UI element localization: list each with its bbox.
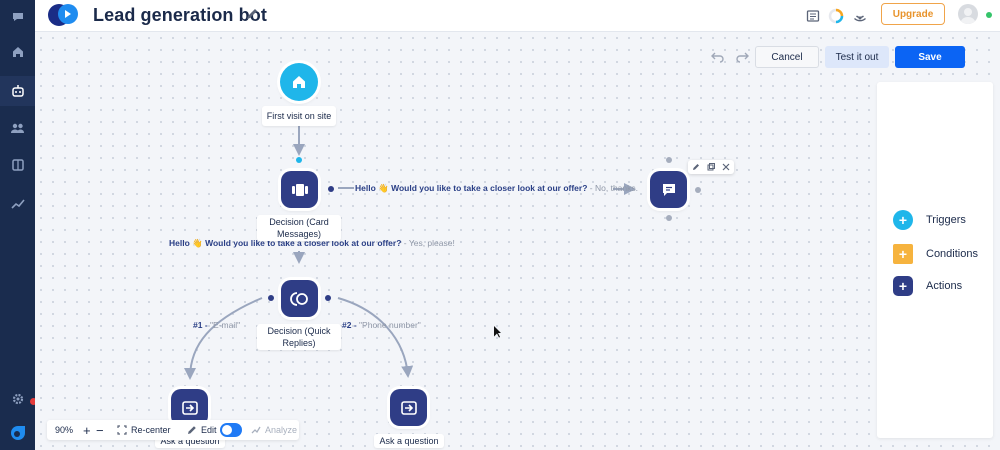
zoom-toolbar: 90% + − Re-center Edit Analyze (47, 420, 299, 440)
message-node[interactable] (650, 171, 687, 208)
node-label-first-visit: First visit on site (262, 106, 336, 126)
node-label-ask-question-2: Ask a question (374, 434, 444, 448)
analyze-mode-button[interactable]: Analyze (251, 420, 297, 440)
redo-icon[interactable] (735, 49, 749, 68)
palette-item-conditions[interactable]: + Conditions (893, 244, 978, 264)
node-label-decision-card: Decision (Card Messages) (257, 215, 341, 241)
trigger-node-first-visit[interactable] (280, 63, 318, 101)
cards-icon (291, 183, 308, 196)
edge-label-option-1: #1 - "E-mail" (193, 320, 241, 330)
connector-dot (666, 215, 672, 221)
action-node-ask-question-2[interactable] (390, 389, 427, 426)
message-icon (662, 183, 675, 196)
node-toolbar (688, 160, 734, 174)
connector-dot (695, 187, 701, 193)
recenter-button[interactable]: Re-center (117, 420, 171, 440)
zoom-level: 90% (55, 425, 74, 435)
connector-dot (325, 295, 331, 301)
zoom-in-button[interactable]: + (83, 420, 91, 440)
cancel-button[interactable]: Cancel (755, 46, 819, 68)
edge-label-no-thanks: Hello 👋 Would you like to take a closer … (355, 183, 638, 193)
plus-icon: + (893, 210, 913, 230)
undo-icon[interactable] (711, 49, 725, 68)
zoom-out-button[interactable]: − (96, 420, 104, 440)
connector-dot (328, 186, 334, 192)
decision-node-quick-replies[interactable] (281, 280, 318, 317)
edit-mode-button[interactable]: Edit (187, 420, 217, 440)
edit-analyze-toggle[interactable] (220, 423, 242, 437)
mouse-cursor-icon (494, 326, 501, 338)
pencil-icon (188, 426, 196, 434)
plus-icon: + (893, 244, 913, 264)
copy-node-icon[interactable] (707, 158, 715, 176)
recenter-icon (117, 425, 127, 435)
node-palette-panel: + Triggers + Conditions + Actions (877, 82, 993, 438)
palette-item-triggers[interactable]: + Triggers (893, 210, 966, 230)
connector-dot (268, 295, 274, 301)
analytics-icon (251, 426, 261, 434)
plus-icon: + (893, 276, 913, 296)
input-icon (400, 400, 417, 415)
close-icon[interactable] (722, 158, 730, 176)
connector-dot (296, 157, 302, 163)
decision-node-card-messages[interactable] (281, 171, 318, 208)
save-button[interactable]: Save (895, 46, 965, 68)
test-it-out-button[interactable]: Test it out (825, 46, 889, 68)
connector-dot (666, 157, 672, 163)
input-icon (181, 400, 198, 415)
home-icon (293, 76, 305, 88)
edge-label-option-2: #2 - "Phone number" (342, 320, 421, 330)
edit-node-icon[interactable] (692, 158, 700, 176)
node-label-decision-quick: Decision (Quick Replies) (257, 324, 341, 350)
quick-replies-icon (289, 291, 308, 306)
palette-item-actions[interactable]: + Actions (893, 276, 962, 296)
